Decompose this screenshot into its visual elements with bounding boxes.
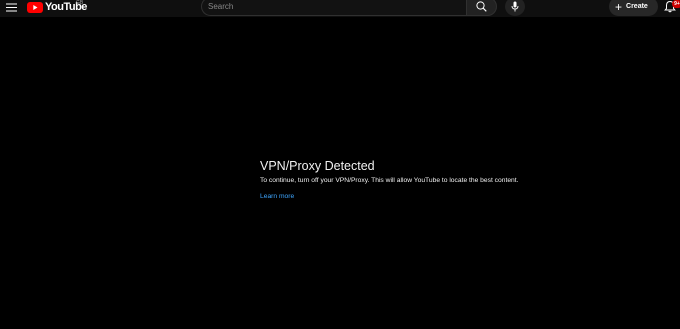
search-input[interactable] [208,0,458,15]
create-label: Create [626,3,648,10]
vpn-warning: VPN/Proxy Detected To continue, turn off… [260,159,518,203]
voice-search-button[interactable] [505,0,525,16]
masthead: YouTube GB + Create [0,0,680,17]
search-button[interactable] [466,0,497,16]
warning-title: VPN/Proxy Detected [260,159,375,173]
page: YouTube GB + Create [0,0,680,329]
warning-body: To continue, turn off your VPN/Proxy. Th… [260,177,519,184]
learn-more-link[interactable]: Learn more [260,192,294,201]
plus-icon: + [615,0,623,14]
search-box [201,0,466,16]
microphone-icon [511,1,519,12]
create-button[interactable]: + Create [609,0,658,16]
youtube-logo-icon [27,1,43,13]
menu-icon [5,3,17,11]
search-icon [476,1,487,12]
guide-menu-button[interactable] [2,0,20,14]
notification-count-badge: 9+ [672,0,680,8]
country-code: GB [76,0,84,6]
